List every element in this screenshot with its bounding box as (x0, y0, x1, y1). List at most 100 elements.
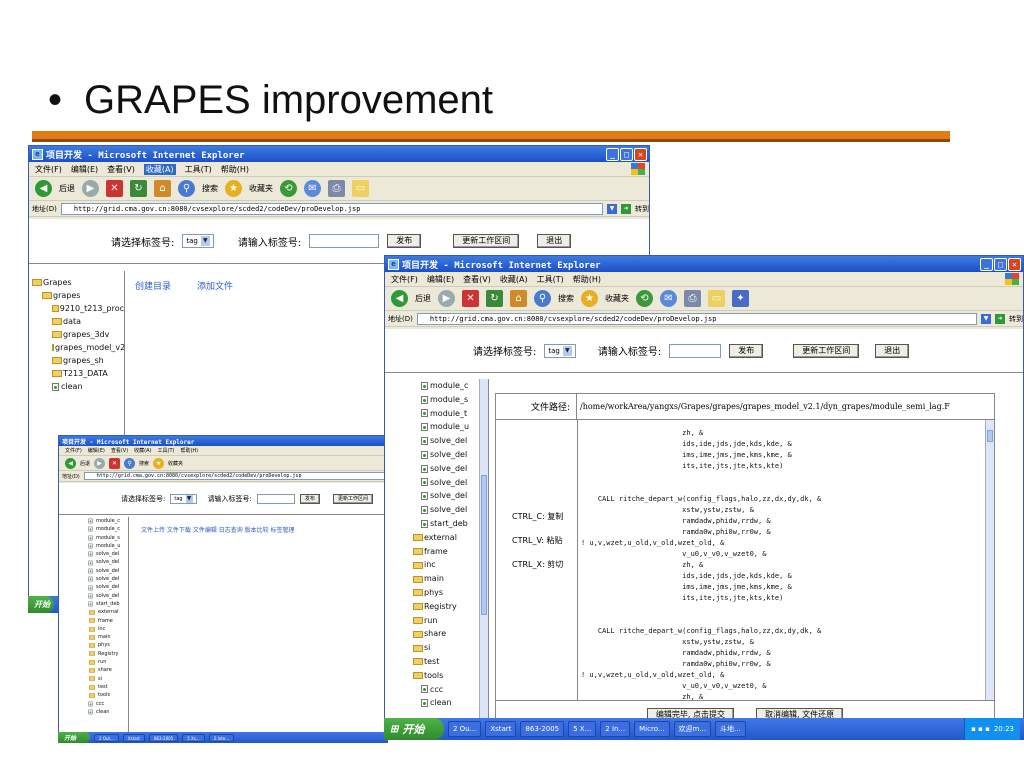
tree-item[interactable]: main (413, 572, 488, 586)
tray-icons[interactable]: ▪ ▪ ▪ (971, 725, 990, 733)
menu-view[interactable]: 查看(V) (463, 274, 491, 285)
tag-input[interactable] (669, 343, 722, 358)
tree-item[interactable]: ccc (421, 683, 488, 697)
tree-item[interactable]: module_c (87, 517, 128, 525)
tree-item[interactable]: inc (87, 625, 128, 633)
update-workspace-button[interactable]: 更新工作区间 (332, 493, 373, 504)
tree-item[interactable]: start_deb (421, 517, 488, 531)
tree-item[interactable]: module_c (87, 525, 128, 533)
favorites-star-icon[interactable]: ★ (581, 290, 598, 307)
refresh-icon[interactable]: ↻ (130, 180, 147, 197)
tree-item[interactable]: module_u (87, 542, 128, 550)
tree-item[interactable]: Registry (87, 650, 128, 658)
back-arrow-icon[interactable]: ◀ (35, 180, 52, 197)
tree-item[interactable]: solve_del (421, 448, 488, 462)
tree-item[interactable]: share (413, 627, 488, 641)
taskbar-item[interactable]: 2 Out... (94, 733, 119, 742)
mail-icon[interactable]: ✉ (304, 180, 321, 197)
taskbar-item[interactable]: 欢迎m... (673, 721, 712, 737)
minimize-button[interactable]: _ (980, 257, 993, 271)
menu-edit[interactable]: 编辑(E) (427, 274, 454, 285)
tree-item[interactable]: module_t (421, 407, 488, 421)
go-button[interactable]: 转到 (635, 204, 649, 214)
menu-file[interactable]: 文件(F) (391, 274, 418, 285)
tree-item[interactable]: solve_del (87, 567, 128, 575)
tree-item[interactable]: 9210_t213_proc (32, 302, 124, 315)
publish-button[interactable]: 发布 (729, 343, 764, 358)
tree-item[interactable]: start_deb (87, 600, 128, 608)
tree-item[interactable]: si (87, 675, 128, 683)
tree-item[interactable]: module_s (87, 534, 128, 542)
forward-arrow-icon[interactable]: ▶ (94, 457, 106, 469)
exit-button[interactable]: 退出 (875, 343, 910, 358)
start-button[interactable]: 开始 (28, 596, 54, 613)
tree-item[interactable]: module_u (421, 420, 488, 434)
tree-item[interactable]: Grapes (32, 276, 124, 289)
tree-item[interactable]: solve_del (421, 489, 488, 503)
tree-item[interactable]: frame (413, 545, 488, 559)
tag-input[interactable] (256, 493, 295, 504)
tree-item[interactable]: tools (87, 691, 128, 699)
tree-item[interactable]: module_s (421, 393, 488, 407)
menu-help[interactable]: 帮助(H) (573, 274, 601, 285)
exit-button[interactable]: 退出 (537, 234, 572, 248)
mail-icon[interactable]: ✉ (660, 290, 677, 307)
history-icon[interactable]: ⟲ (280, 180, 297, 197)
tree-item[interactable]: grapes_sh (32, 354, 124, 367)
address-dropdown-icon[interactable]: ▼ (981, 313, 991, 324)
tree-item[interactable]: clean (32, 380, 124, 393)
taskbar-item[interactable]: 2 Ou... (448, 721, 482, 737)
folder-icon[interactable]: ▭ (352, 180, 369, 197)
back-arrow-icon[interactable]: ◀ (65, 457, 76, 469)
tree-item[interactable]: Registry (413, 600, 488, 614)
code-editor[interactable]: zh, & ids,ide,jds,jde,kds,kde, & ims,ime… (578, 420, 994, 700)
print-icon[interactable]: ⎙ (328, 180, 345, 197)
tree-item[interactable]: inc (413, 558, 488, 572)
taskbar-item[interactable]: Xstart (485, 721, 517, 737)
tree-item[interactable]: data (32, 315, 124, 328)
taskbar-item[interactable]: 斗地... (715, 721, 746, 737)
close-button[interactable]: ✕ (1008, 257, 1021, 271)
stop-icon[interactable]: ✕ (109, 457, 121, 469)
tree-item[interactable]: grapes_model_v2 (32, 341, 125, 354)
taskbar-item[interactable]: Micro... (634, 721, 670, 737)
tree-item[interactable]: grapes (32, 289, 124, 302)
taskbar-item[interactable]: 5 X... (568, 721, 597, 737)
tree-item[interactable]: run (87, 658, 128, 666)
tree-item[interactable]: clean (421, 696, 488, 710)
tree-item[interactable]: solve_del (87, 575, 128, 583)
search-label[interactable]: 搜索 (139, 460, 149, 467)
start-button[interactable]: ⊞ 开始 (384, 718, 444, 740)
address-dropdown-icon[interactable]: ▼ (607, 203, 617, 214)
tree-item[interactable]: solve_del (87, 558, 128, 566)
tree-item[interactable]: grapes_3dv (32, 328, 124, 341)
start-button[interactable]: 开始 (58, 732, 90, 743)
menu-help[interactable]: 帮助(H) (180, 447, 198, 454)
url-input[interactable]: http://grid.cma.gov.cn:8080/cvsexplore/s… (60, 202, 603, 215)
search-icon[interactable]: ⚲ (534, 290, 551, 307)
menu-tools[interactable]: 工具(T) (185, 164, 212, 175)
favorites-star-icon[interactable]: ★ (225, 180, 242, 197)
maximize-button[interactable]: □ (994, 257, 1007, 271)
home-icon[interactable]: ⌂ (154, 180, 171, 197)
menu-favorites[interactable]: 收藏(A) (134, 447, 151, 454)
add-file-link[interactable]: 添加文件 (197, 279, 233, 292)
tree-item[interactable]: external (413, 531, 488, 545)
back-label[interactable]: 后退 (415, 293, 431, 304)
menu-tools[interactable]: 工具(T) (158, 447, 175, 454)
favorites-label[interactable]: 收藏夹 (168, 460, 183, 467)
tree-item[interactable]: test (413, 655, 488, 669)
create-dir-link[interactable]: 创建目录 (135, 279, 171, 292)
code-text[interactable]: zh, & ids,ide,jds,jde,kds,kde, & ims,ime… (578, 420, 994, 700)
history-icon[interactable]: ⟲ (636, 290, 653, 307)
tree-item[interactable]: share (87, 666, 128, 674)
tree-item[interactable]: tools (413, 669, 488, 683)
tree-scrollbar[interactable] (479, 379, 488, 739)
tree-item[interactable]: solve_del (421, 462, 488, 476)
tree-item[interactable]: solve_del (87, 583, 128, 591)
home-icon[interactable]: ⌂ (510, 290, 527, 307)
tree-item[interactable]: run (413, 614, 488, 628)
tree-item[interactable]: frame (87, 617, 128, 625)
search-icon[interactable]: ⚲ (124, 457, 136, 469)
menu-file[interactable]: 文件(F) (65, 447, 82, 454)
